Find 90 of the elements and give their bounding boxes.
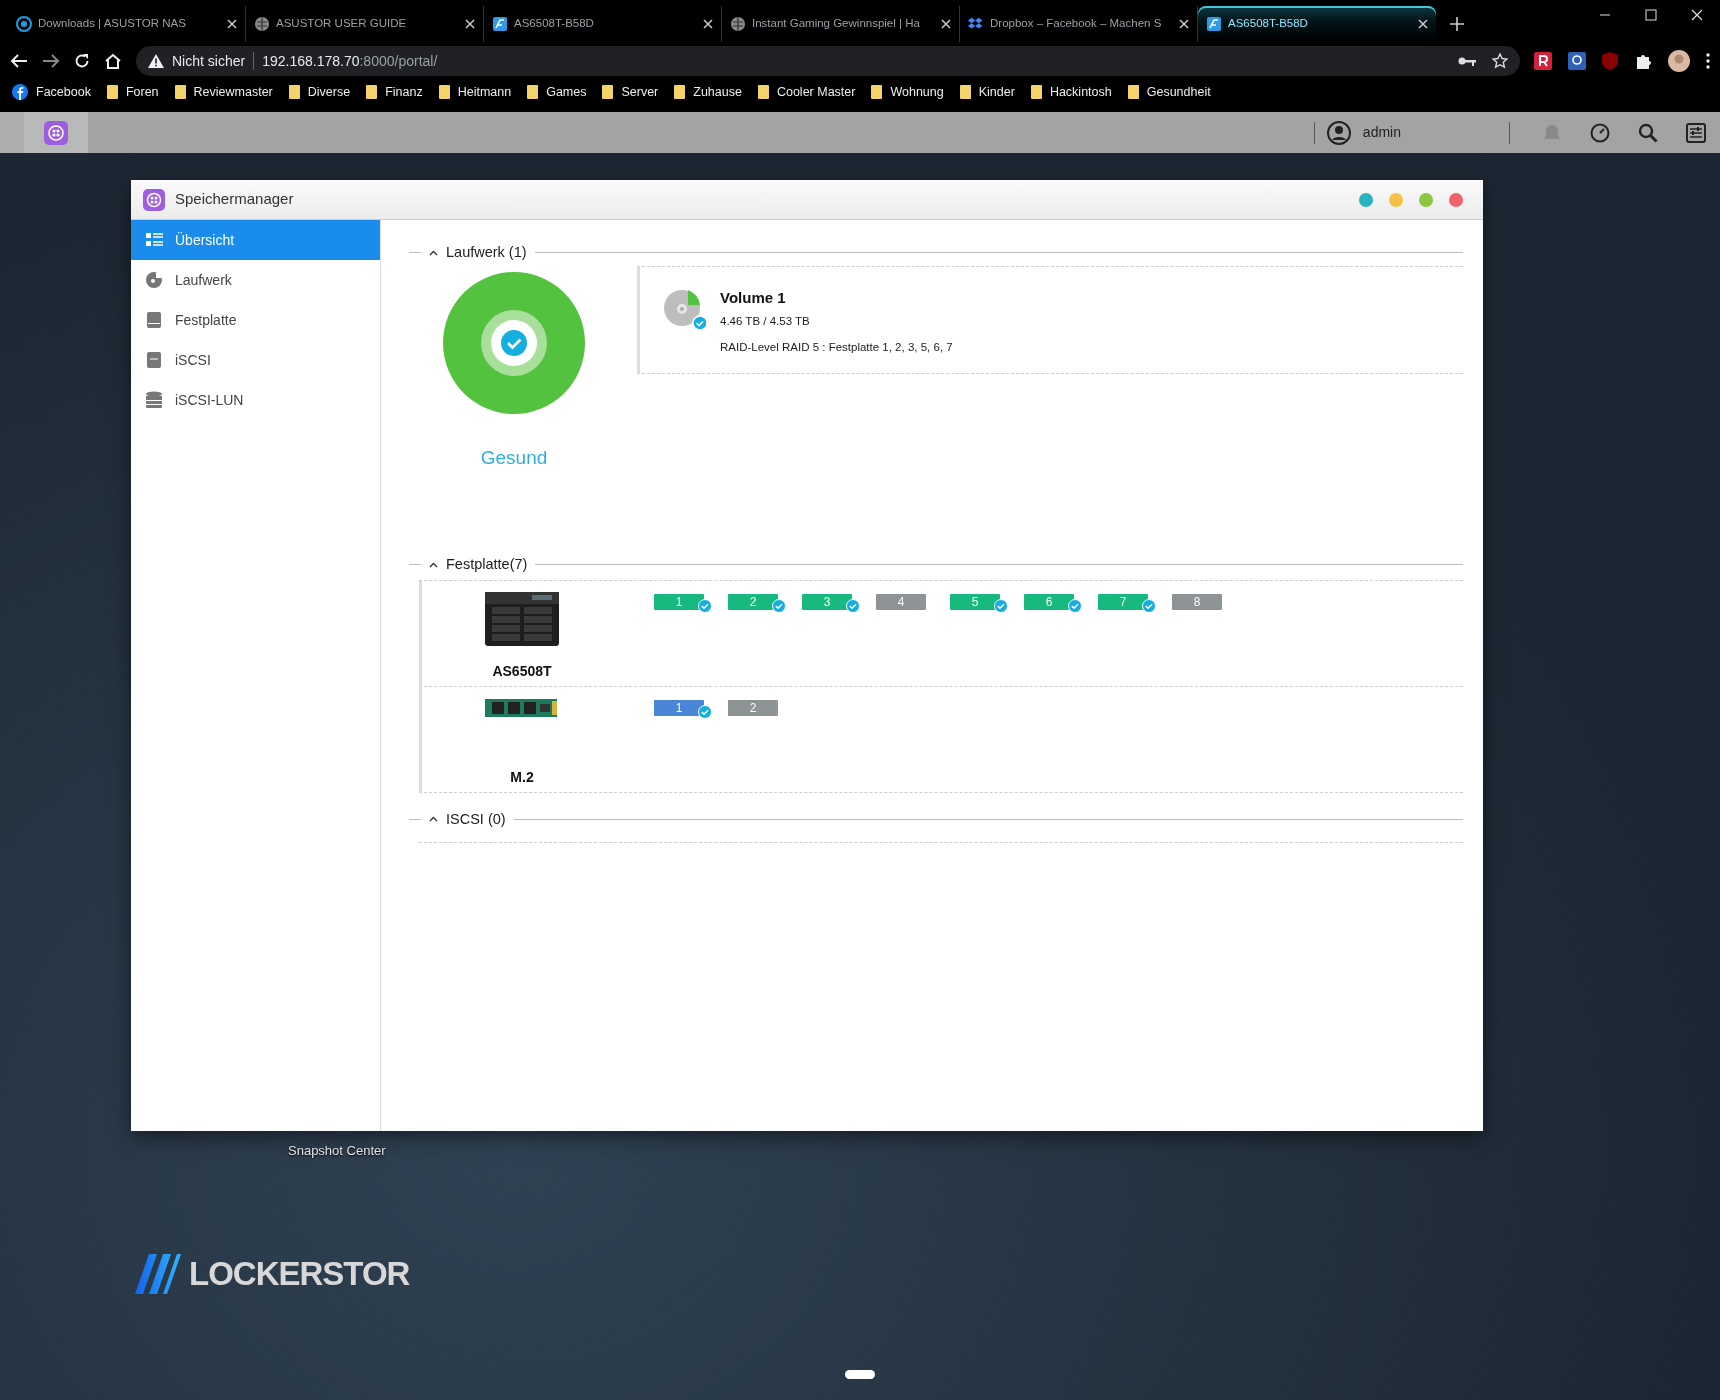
volume-name: Volume 1 bbox=[720, 287, 787, 308]
logo-icon bbox=[1206, 16, 1222, 32]
folder-icon bbox=[674, 85, 686, 99]
list-icon bbox=[145, 231, 163, 249]
section-heading: Festplatte(7) bbox=[446, 554, 528, 574]
folder-icon bbox=[959, 85, 971, 99]
desktop-icon-label[interactable]: Snapshot Center bbox=[288, 1141, 386, 1161]
warning-icon bbox=[148, 54, 164, 68]
folder-icon bbox=[366, 85, 378, 99]
bookmark-link[interactable]: Diverse bbox=[288, 82, 351, 102]
avatar-icon[interactable] bbox=[1668, 50, 1690, 72]
back-icon[interactable] bbox=[10, 53, 28, 69]
section-heading: Laufwerk (1) bbox=[446, 243, 527, 262]
user-name[interactable]: admin bbox=[1362, 122, 1401, 143]
raid-info: RAID-Level RAID 5 : Festplatte 1, 2, 3, 5, 6, 7 bbox=[720, 339, 953, 355]
folder-icon bbox=[288, 85, 300, 99]
settings-icon[interactable] bbox=[1686, 122, 1706, 143]
extension-icon[interactable] bbox=[1568, 52, 1586, 70]
caret-icon[interactable] bbox=[429, 816, 438, 823]
puzzle-icon[interactable] bbox=[1634, 52, 1652, 70]
browser-tab[interactable]: AS6508T-B58D bbox=[1198, 6, 1436, 42]
forward-icon[interactable] bbox=[42, 53, 60, 69]
caret-icon[interactable] bbox=[429, 249, 438, 256]
close-icon[interactable] bbox=[1418, 19, 1428, 29]
folder-icon bbox=[174, 85, 186, 99]
bookmark-link[interactable]: Server bbox=[602, 82, 659, 102]
close-icon[interactable] bbox=[703, 19, 713, 29]
logo-icon bbox=[16, 16, 32, 32]
app-button[interactable] bbox=[0, 112, 88, 153]
globe-icon bbox=[730, 16, 746, 32]
close-icon[interactable] bbox=[465, 19, 475, 29]
folder-icon bbox=[757, 85, 769, 99]
search-icon[interactable] bbox=[1638, 122, 1658, 143]
logo-icon bbox=[492, 16, 508, 32]
globe-icon bbox=[254, 16, 270, 32]
app-icon bbox=[143, 188, 165, 211]
bookmark-link[interactable]: Facebook bbox=[12, 82, 91, 102]
folder-icon bbox=[1030, 85, 1042, 99]
folder-icon bbox=[527, 85, 539, 99]
gauge-icon[interactable] bbox=[1590, 122, 1610, 143]
bookmark-link[interactable]: Foren bbox=[106, 82, 159, 102]
close-button[interactable] bbox=[1449, 192, 1463, 207]
key-icon[interactable] bbox=[1458, 56, 1476, 66]
volume-usage: 4.46 TB / 4.53 TB bbox=[720, 314, 811, 330]
bookmark-link[interactable]: Wohnung bbox=[871, 82, 944, 102]
url-text: 192.168.178.70:8000/portal/ bbox=[262, 51, 438, 71]
section-heading: ISCSI (0) bbox=[446, 809, 506, 829]
extension-icon[interactable] bbox=[1534, 52, 1552, 70]
bookmark-link[interactable]: Kinder bbox=[959, 82, 1015, 102]
logo-text: LOCKERSTOR bbox=[189, 1254, 410, 1294]
database-icon bbox=[145, 391, 163, 409]
folder-icon bbox=[438, 85, 450, 99]
handle-bar[interactable] bbox=[845, 1370, 875, 1379]
drive-icon bbox=[145, 351, 163, 369]
bookmark-link[interactable]: Heitmann bbox=[438, 82, 512, 102]
bookmark-link[interactable]: Gesundheit bbox=[1127, 82, 1211, 102]
caret-icon[interactable] bbox=[429, 561, 438, 568]
address-bar[interactable]: Nicht sicher 192.168.178.70:8000/portal/ bbox=[136, 46, 1520, 76]
bookmark-link[interactable]: Finanz bbox=[366, 82, 423, 102]
status-label: Gesund bbox=[480, 445, 548, 470]
bookmark-link[interactable]: Zuhause bbox=[674, 82, 742, 102]
home-icon[interactable] bbox=[104, 53, 122, 69]
folder-icon bbox=[1127, 85, 1139, 99]
bookmark-link[interactable]: Reviewmaster bbox=[174, 82, 273, 102]
disc-icon bbox=[145, 271, 163, 289]
drive-icon bbox=[145, 311, 163, 329]
dropbox-icon bbox=[968, 16, 984, 32]
window-title: Speichermanager bbox=[175, 189, 294, 210]
app-icon bbox=[44, 120, 68, 145]
reload-icon[interactable] bbox=[74, 53, 90, 69]
folder-icon bbox=[602, 85, 614, 99]
folder-icon bbox=[106, 85, 118, 99]
security-label: Nicht sicher bbox=[172, 51, 246, 71]
close-icon[interactable] bbox=[227, 19, 237, 29]
bookmark-link[interactable]: Games bbox=[527, 82, 587, 102]
device-name: M.2 bbox=[510, 767, 534, 787]
close-icon[interactable] bbox=[941, 19, 951, 29]
close-icon[interactable] bbox=[1179, 19, 1189, 29]
facebook-icon bbox=[12, 84, 28, 100]
disk-slot[interactable]: 1 bbox=[654, 699, 704, 716]
star-icon[interactable] bbox=[1492, 53, 1508, 69]
volume-card[interactable]: Volume 1 4.46 TB / 4.53 TB RAID-Level RAID 5 : Festplatte 1, 2, 3, 5, 6, 7 bbox=[637, 265, 1463, 374]
bookmark-link[interactable]: Cooler Master bbox=[757, 82, 856, 102]
plus-icon[interactable] bbox=[1450, 17, 1464, 31]
menu-icon[interactable] bbox=[1706, 53, 1710, 69]
device-name: AS6508T bbox=[492, 661, 552, 681]
bookmark-link[interactable]: Hackintosh bbox=[1030, 82, 1112, 102]
sidebar-item[interactable]: Übersicht bbox=[131, 220, 380, 260]
folder-icon bbox=[871, 85, 883, 99]
user-icon[interactable] bbox=[1326, 120, 1351, 145]
